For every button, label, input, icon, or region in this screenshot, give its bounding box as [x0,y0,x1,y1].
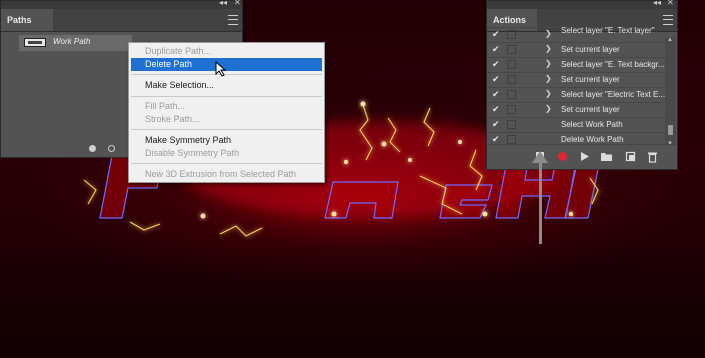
dialog-toggle-box[interactable] [507,60,516,69]
actions-scrollbar[interactable]: ▲ ▼ [665,37,676,147]
action-step-label: Delete Work Path [561,135,624,144]
chevron-right-icon[interactable]: ❯ [545,29,552,38]
dialog-toggle-box[interactable] [507,120,516,129]
stroke-path-icon[interactable] [108,145,115,152]
panel-menu-icon[interactable] [663,15,673,25]
fill-path-icon[interactable] [89,145,96,152]
actions-footer-toolbar [487,144,677,169]
close-panel-icon[interactable]: ✕ [667,0,674,7]
annotation-arrow-line [539,160,542,244]
path-context-menu: Duplicate Path... Delete Path Make Selec… [128,42,325,183]
dialog-toggle-box[interactable] [507,75,516,84]
action-step-label: Set current layer [561,75,620,84]
dialog-toggle-box[interactable] [507,45,516,54]
scroll-up-icon[interactable]: ▲ [667,37,673,43]
play-icon[interactable] [580,151,590,162]
menu-item-make-selection[interactable]: Make Selection... [131,79,322,92]
action-step-label: Select layer "E. Text backgr... [561,60,665,69]
actions-panel: ◂◂ ✕ Actions ✔ ❯ Select layer "E. Text l… [486,0,678,170]
check-icon[interactable]: ✔ [492,89,501,100]
menu-separator [131,96,322,97]
dialog-toggle-box[interactable] [507,135,516,144]
paths-panel-titlebar[interactable]: ◂◂ ✕ [1,0,242,9]
record-icon[interactable] [557,151,568,162]
action-step-row[interactable]: ✔ ❯ Select layer "E. Text layer" [487,26,665,42]
check-icon[interactable]: ✔ [492,29,501,40]
check-icon[interactable]: ✔ [492,74,501,85]
chevron-right-icon[interactable]: ❯ [545,44,552,53]
path-item-label: Work Path [53,37,91,46]
dialog-toggle-box[interactable] [507,30,516,39]
action-step-row[interactable]: ✔ ❯ Set current layer [487,42,665,57]
new-action-icon[interactable] [625,151,636,162]
action-step-label: Select Work Path [561,120,623,129]
paths-tabbar: Paths [1,9,242,32]
mouse-cursor-icon [215,61,227,77]
menu-separator [131,129,322,130]
check-icon[interactable]: ✔ [492,44,501,55]
check-icon[interactable]: ✔ [492,104,501,115]
action-step-label: Set current layer [561,105,620,114]
menu-item-stroke-path[interactable]: Stroke Path... [131,113,322,126]
dialog-toggle-box[interactable] [507,105,516,114]
scroll-thumb[interactable] [668,125,673,135]
action-step-row[interactable]: ✔ ❯ Set current layer [487,72,665,87]
menu-item-make-symmetry-path[interactable]: Make Symmetry Path [131,134,322,147]
menu-item-new-3d-extrusion[interactable]: New 3D Extrusion from Selected Path [131,168,322,181]
menu-item-duplicate-path[interactable]: Duplicate Path... [131,45,322,58]
path-item-work-path[interactable]: Work Path [19,35,132,51]
trash-icon[interactable] [647,151,658,163]
collapse-panel-icon[interactable]: ◂◂ [653,0,661,7]
chevron-right-icon[interactable]: ❯ [545,104,552,113]
panel-menu-icon[interactable] [228,15,238,25]
action-step-row[interactable]: ✔ Select Work Path [487,117,665,132]
chevron-right-icon[interactable]: ❯ [545,89,552,98]
check-icon[interactable]: ✔ [492,119,501,130]
tab-paths[interactable]: Paths [1,9,53,31]
actions-panel-titlebar[interactable]: ◂◂ ✕ [487,0,677,9]
action-step-label: Select layer "E. Text layer" [561,26,655,35]
dialog-toggle-box[interactable] [507,90,516,99]
action-step-row[interactable]: ✔ ❯ Select layer "E. Text backgr... [487,57,665,72]
path-thumbnail [24,38,46,47]
folder-icon[interactable] [600,151,613,162]
action-step-row[interactable]: ✔ ❯ Select layer "Electric Text E... [487,87,665,102]
menu-item-fill-path[interactable]: Fill Path... [131,100,322,113]
action-step-label: Select layer "Electric Text E... [561,90,666,99]
action-step-label: Set current layer [561,45,620,54]
chevron-right-icon[interactable]: ❯ [545,59,552,68]
collapse-panel-icon[interactable]: ◂◂ [219,0,227,7]
check-icon[interactable]: ✔ [492,59,501,70]
close-panel-icon[interactable]: ✕ [234,0,241,7]
action-step-row[interactable]: ✔ ❯ Set current layer [487,102,665,117]
menu-separator [131,163,322,164]
chevron-right-icon[interactable]: ❯ [545,74,552,83]
menu-item-disable-symmetry-path[interactable]: Disable Symmetry Path [131,147,322,160]
